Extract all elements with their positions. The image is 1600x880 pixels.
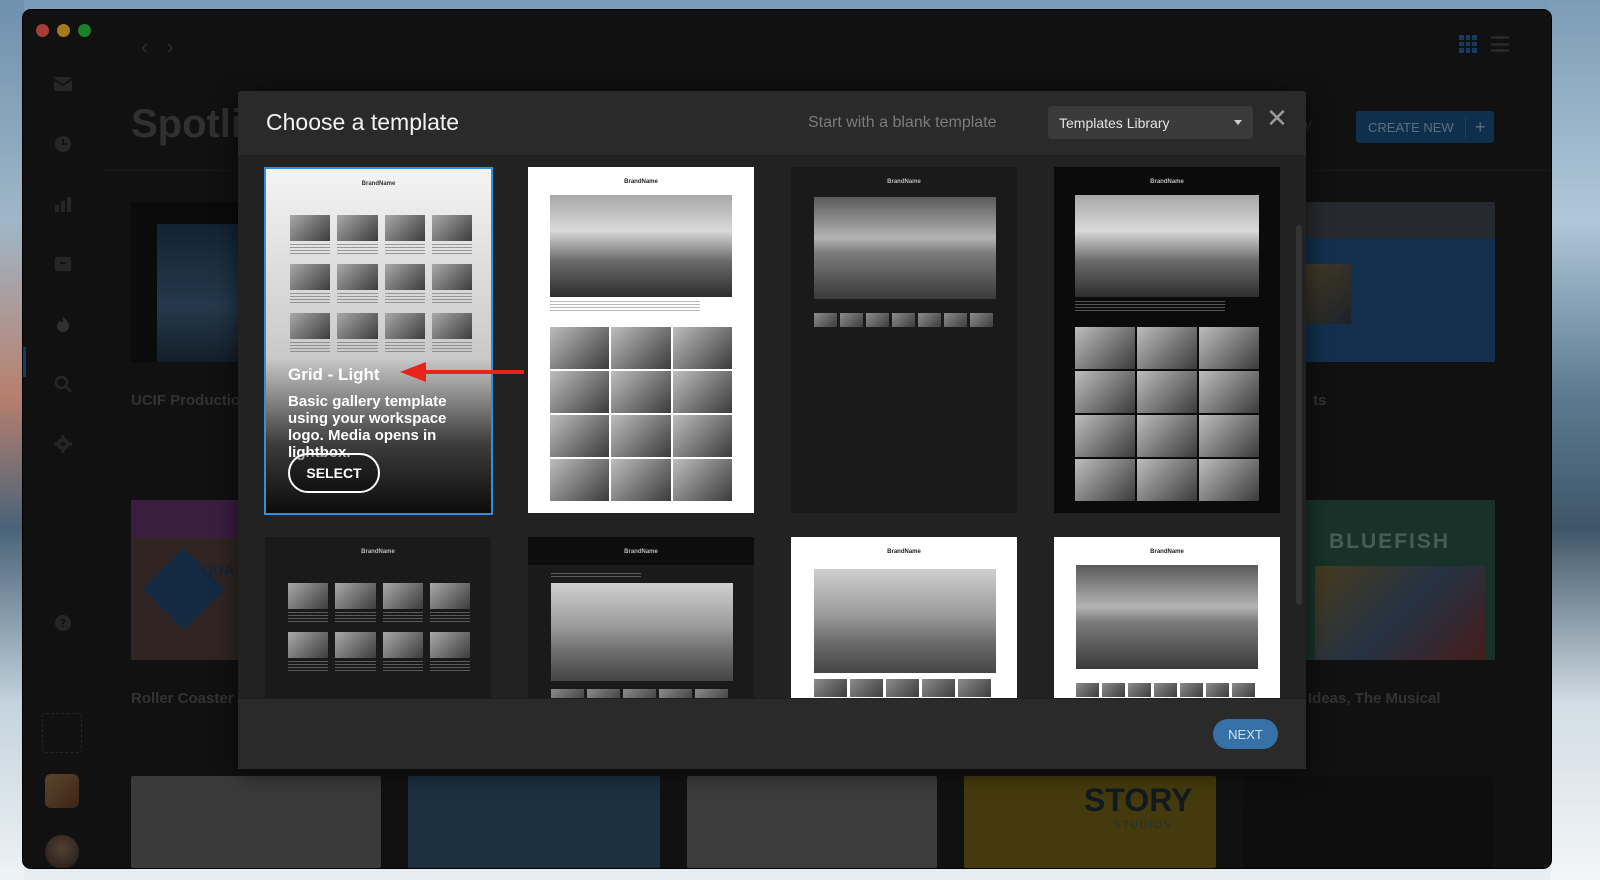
template-card-7[interactable]: BrandName: [791, 537, 1017, 698]
modal-footer: NEXT: [238, 698, 1306, 769]
template-card-5[interactable]: BrandName: [265, 537, 491, 698]
template-thumbnails: [1076, 683, 1255, 697]
template-thumbnails: [551, 689, 728, 698]
template-description: Basic gallery template using your worksp…: [288, 393, 447, 461]
template-brand: BrandName: [887, 179, 921, 185]
select-template-button[interactable]: SELECT: [288, 453, 380, 493]
template-mosaic: [1075, 327, 1259, 501]
template-thumbnails: [814, 679, 991, 697]
template-card-6[interactable]: BrandName: [528, 537, 754, 698]
template-card-2[interactable]: BrandName: [528, 167, 754, 513]
desktop-wallpaper-right: [1550, 0, 1600, 880]
chevron-down-icon: [1234, 120, 1242, 125]
template-card-4[interactable]: BrandName: [1054, 167, 1280, 513]
library-select-value: Templates Library: [1059, 114, 1170, 131]
annotation-arrow-icon: [400, 362, 524, 382]
template-preview-grid: [290, 215, 472, 354]
template-brand: BrandName: [624, 179, 658, 185]
template-hero-photo: [1075, 195, 1259, 297]
template-card-8[interactable]: BrandName: [1054, 537, 1280, 698]
template-card-3[interactable]: BrandName: [791, 167, 1017, 513]
template-hero-photo: [550, 195, 732, 297]
templates-library-select[interactable]: Templates Library: [1048, 106, 1253, 139]
template-brand: BrandName: [361, 549, 395, 555]
template-brand: BrandName: [1150, 179, 1184, 185]
template-brand: BrandName: [887, 549, 921, 555]
blank-template-link[interactable]: Start with a blank template: [808, 114, 997, 132]
template-grid: BrandName Grid - Light Basic gallery tem…: [238, 155, 1306, 698]
close-icon[interactable]: ✕: [1266, 105, 1288, 131]
template-mosaic: [550, 327, 732, 501]
template-preview-grid: [288, 583, 470, 673]
template-hero-photo: [1076, 565, 1258, 669]
template-caption: [1075, 301, 1225, 311]
template-caption: [550, 301, 700, 311]
template-brand: BrandName: [1150, 549, 1184, 555]
template-hero-photo: [814, 197, 996, 299]
template-brand: BrandName: [361, 181, 396, 187]
modal-title: Choose a template: [266, 109, 460, 135]
template-hero-photo: [551, 583, 733, 681]
desktop-wallpaper-left: [0, 0, 24, 880]
template-brand: BrandName: [624, 549, 658, 555]
template-thumbnails: [814, 313, 993, 327]
choose-template-modal: Choose a template Start with a blank tem…: [238, 91, 1306, 769]
next-button[interactable]: NEXT: [1213, 719, 1278, 749]
template-hero-photo: [814, 569, 996, 673]
template-card-grid-light[interactable]: BrandName Grid - Light Basic gallery tem…: [264, 167, 493, 515]
template-grid-scrollbar[interactable]: [1296, 225, 1302, 605]
template-caption: [551, 573, 641, 577]
